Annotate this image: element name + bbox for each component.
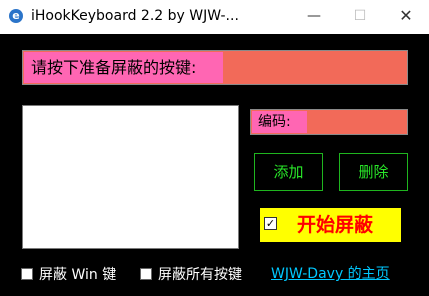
block-all-keys-option[interactable]: 屏蔽所有按键	[140, 267, 242, 283]
key-code-field[interactable]: 编码:	[250, 109, 408, 135]
block-all-keys-checkbox[interactable]	[140, 268, 152, 280]
blocked-keys-list[interactable]	[22, 105, 239, 249]
app-e-icon: e	[9, 9, 23, 23]
key-code-value[interactable]	[309, 111, 406, 133]
key-capture-field[interactable]: 请按下准备屏蔽的按键:	[22, 50, 408, 85]
title-bar[interactable]: e iHookKeyboard 2.2 by WJW-... — ☐ ✕	[0, 0, 429, 34]
maximize-button[interactable]: ☐	[337, 0, 383, 34]
delete-key-button[interactable]: 删除	[339, 153, 408, 191]
minimize-button[interactable]: —	[291, 0, 337, 34]
start-checkbox-check-icon[interactable]: ✓	[264, 217, 277, 230]
block-win-key-checkbox[interactable]	[21, 268, 33, 280]
start-blocking-button[interactable]: ✓ 开始屏蔽	[260, 208, 401, 242]
block-all-keys-label: 屏蔽所有按键	[158, 267, 242, 283]
key-capture-label: 请按下准备屏蔽的按键:	[24, 52, 223, 83]
block-win-key-option[interactable]: 屏蔽 Win 键	[21, 267, 116, 283]
key-code-label: 编码:	[252, 111, 307, 133]
window-title: iHookKeyboard 2.2 by WJW-...	[31, 8, 239, 24]
app-window: e iHookKeyboard 2.2 by WJW-... — ☐ ✕ 请按下…	[0, 0, 429, 296]
block-win-key-label: 屏蔽 Win 键	[39, 267, 117, 283]
start-blocking-label: 开始屏蔽	[297, 214, 374, 236]
author-homepage-link[interactable]: WJW-Davy 的主页	[271, 265, 390, 283]
add-key-button[interactable]: 添加	[254, 153, 323, 191]
close-button[interactable]: ✕	[383, 0, 429, 34]
